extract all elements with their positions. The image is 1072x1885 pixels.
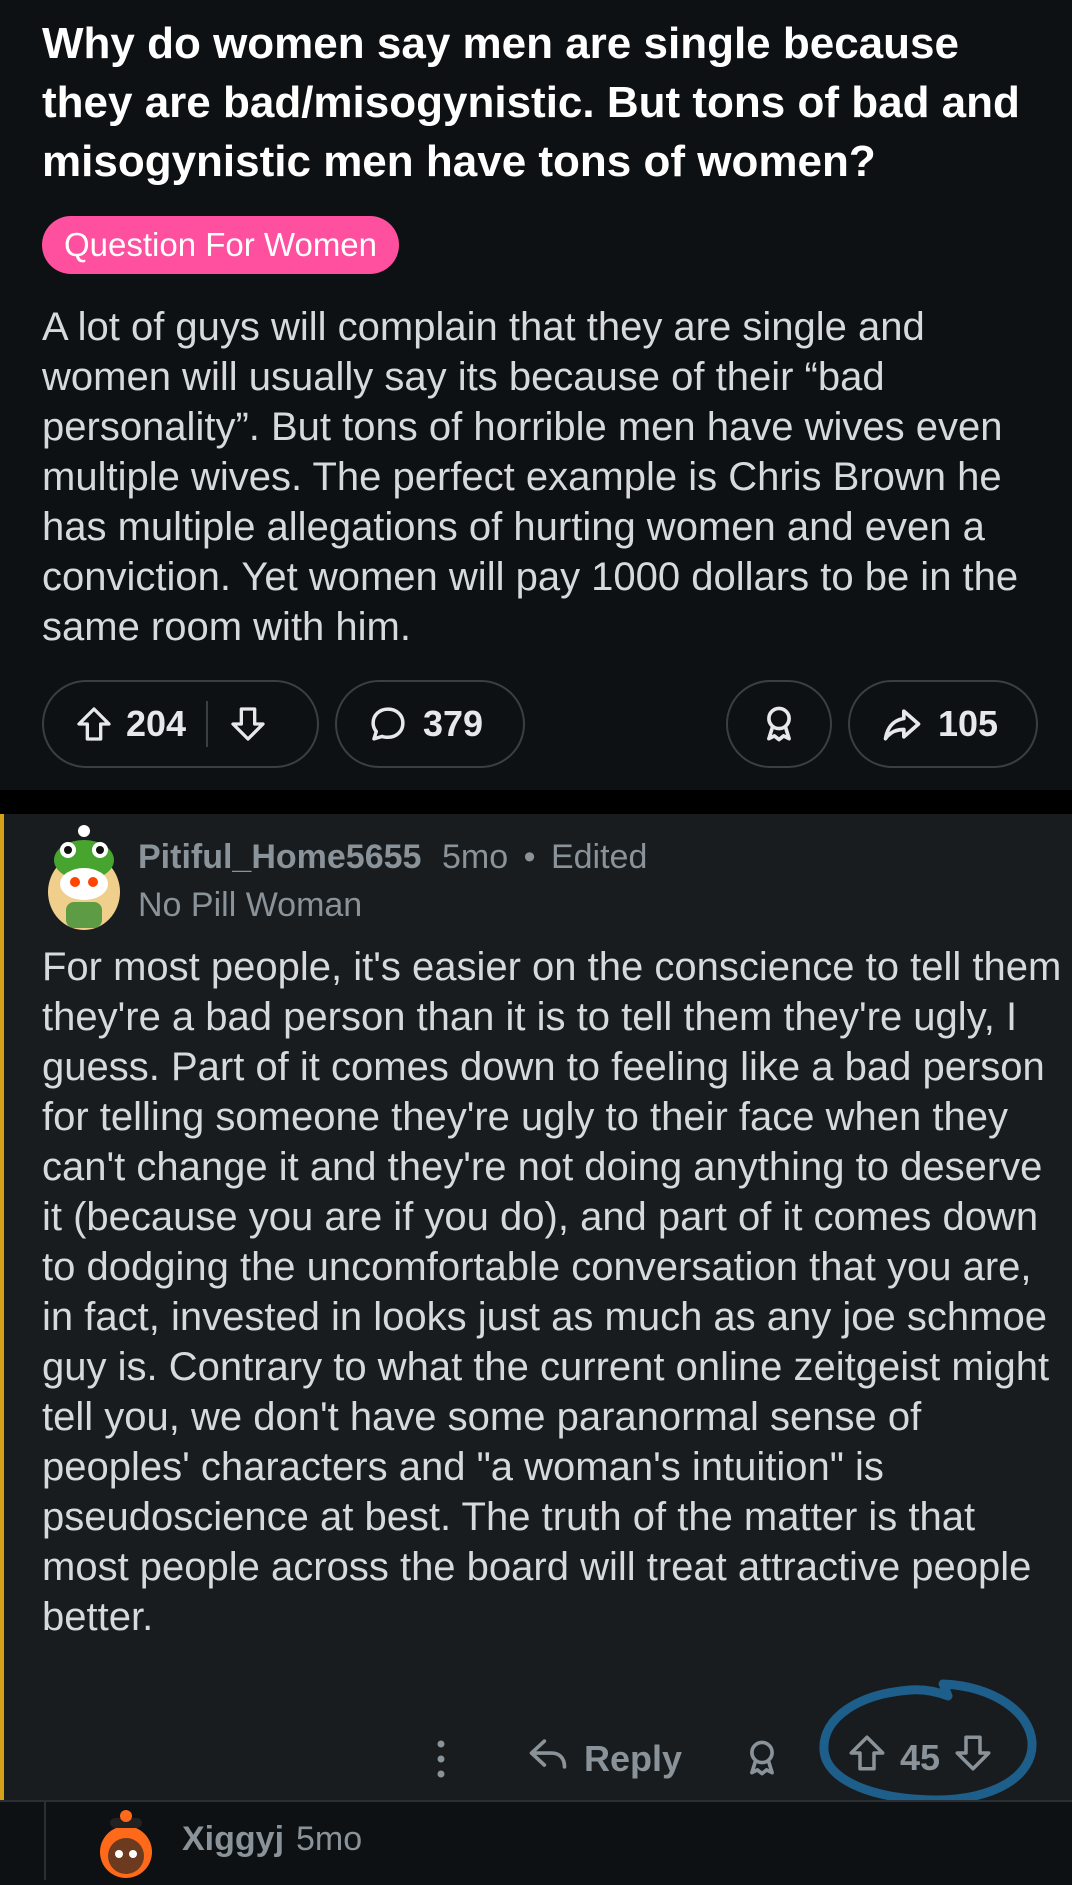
downvote-icon[interactable] xyxy=(228,704,268,744)
more-icon[interactable] xyxy=(426,1734,456,1789)
annotation-circle xyxy=(819,1679,1037,1805)
avatar[interactable] xyxy=(90,1808,162,1880)
comment-count: 379 xyxy=(423,703,484,744)
thread-highlight-line xyxy=(0,814,4,1800)
comment-age: 5mo xyxy=(442,838,509,876)
reply-thread-line xyxy=(44,1802,46,1880)
reply-username[interactable]: Xiggyj xyxy=(182,1820,284,1859)
avatar[interactable] xyxy=(42,822,126,932)
comment-award-icon[interactable] xyxy=(740,1736,784,1785)
post-vote-pill: 204 xyxy=(42,680,319,768)
award-button[interactable] xyxy=(726,680,832,768)
comment: Pitiful_Home5655 5mo • Edited No Pill Wo… xyxy=(0,814,1072,1800)
reply-age: 5mo xyxy=(296,1820,363,1858)
vote-divider xyxy=(206,701,209,747)
edited-label: Edited xyxy=(550,838,648,876)
meta-separator: • xyxy=(523,838,536,876)
post-flair[interactable]: Question For Women xyxy=(42,216,400,274)
reply-button[interactable]: Reply xyxy=(526,1732,682,1785)
upvote-icon[interactable] xyxy=(74,704,114,744)
comment-meta: 5mo • Edited xyxy=(442,838,647,877)
comment-icon xyxy=(367,703,409,745)
comment-username[interactable]: Pitiful_Home5655 xyxy=(138,838,421,877)
reply-label: Reply xyxy=(584,1737,683,1779)
user-flair: No Pill Woman xyxy=(138,886,363,924)
comment-body: For most people, it's easier on the cons… xyxy=(42,945,1062,1639)
comments-button[interactable]: 379 xyxy=(335,680,525,768)
share-icon xyxy=(880,702,924,746)
section-divider xyxy=(0,790,1072,814)
post-body: A lot of guys will complain that they ar… xyxy=(42,305,1019,649)
post: Why do women say men are single because … xyxy=(0,0,1072,790)
reply-comment: Xiggyj 5mo xyxy=(0,1802,1072,1880)
award-icon xyxy=(757,702,801,746)
share-count: 105 xyxy=(938,703,999,744)
reply-icon xyxy=(526,1732,570,1785)
post-title: Why do women say men are single because … xyxy=(42,19,1020,186)
share-button[interactable]: 105 xyxy=(848,680,1038,768)
post-vote-count: 204 xyxy=(126,703,187,744)
